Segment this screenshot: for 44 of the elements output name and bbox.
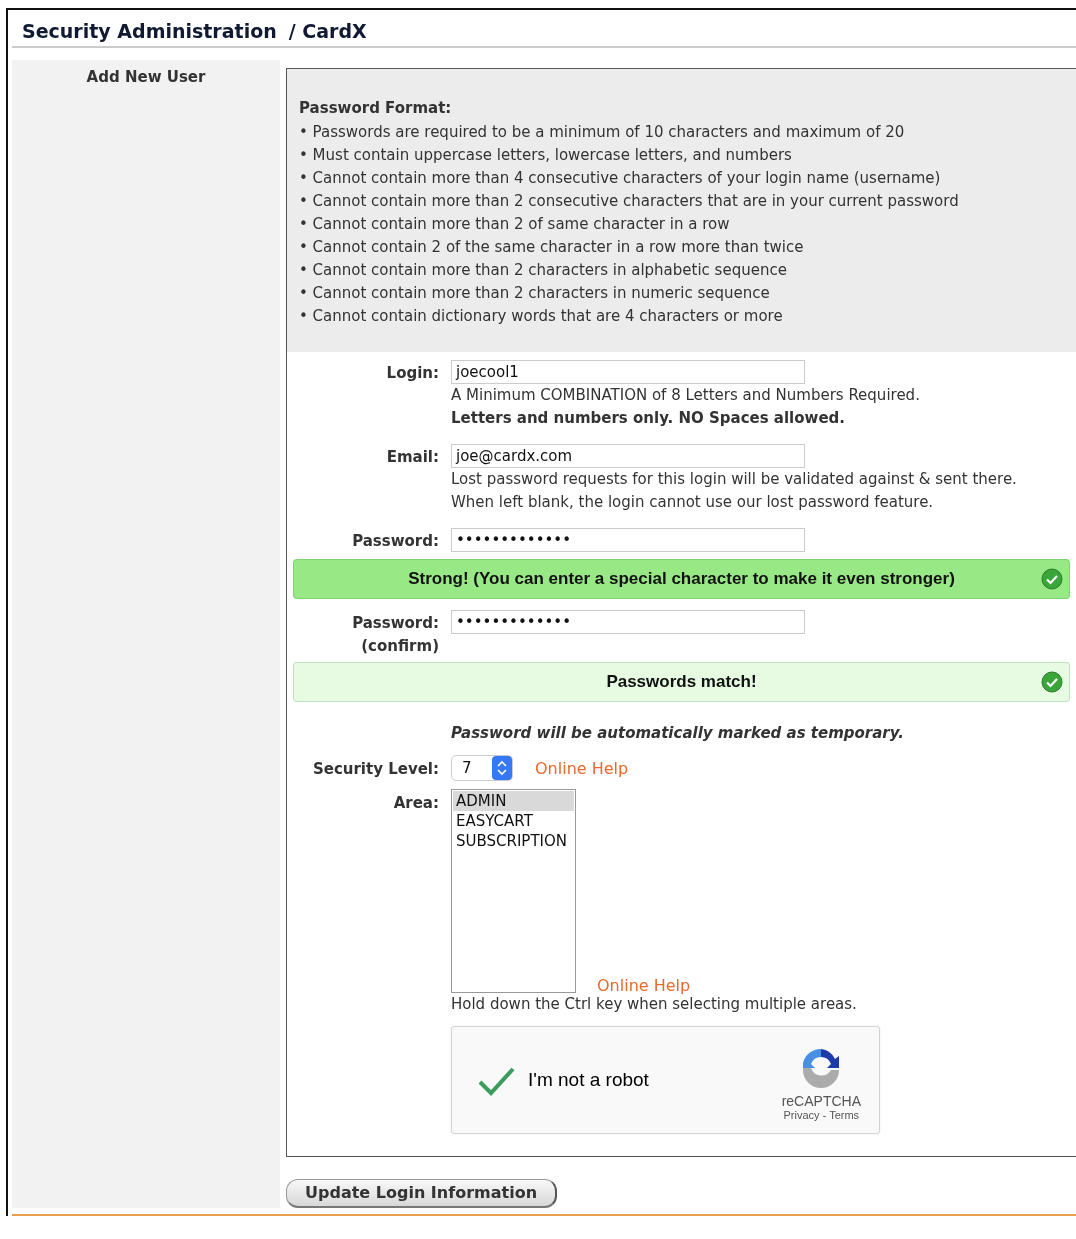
check-circle-icon <box>1041 671 1063 693</box>
field-label: Email: <box>386 447 439 468</box>
stepper-icon <box>492 756 512 780</box>
level-select[interactable]: 7 <box>451 755 513 781</box>
help-text: A Minimum COMBINATION of 8 Letters and Numbers Required. <box>451 385 921 406</box>
field-label: Security Level: <box>312 759 439 780</box>
field-label: Password: <box>352 531 439 552</box>
list-option[interactable]: EASYCART <box>453 811 574 831</box>
field-label: Login: <box>386 363 439 384</box>
captcha-links[interactable]: Privacy - Terms <box>783 1109 860 1121</box>
field-label: Password: <box>352 613 439 634</box>
page-subtitle: / CardX <box>288 20 367 42</box>
help-text: Letters and numbers only. NO Spaces allowed. <box>451 408 847 429</box>
help-text: When left blank, the login cannot use our lost password feature. <box>451 492 935 513</box>
field-label: Area: <box>393 793 439 814</box>
rule-text: • Cannot contain 2 of the same character in a row more than twice <box>299 237 805 258</box>
update-button[interactable]: Update Login Information <box>286 1179 558 1208</box>
input-field[interactable]: ••••••••••••• <box>451 528 805 552</box>
input-field[interactable]: joe@cardx.com <box>451 444 805 468</box>
rule-text: • Passwords are required to be a minimum of 10 characters and maximum of 20 <box>299 122 906 143</box>
captcha-brand: reCAPTCHA <box>781 1093 861 1109</box>
temporary-note: Password will be automatically marked as temporary. <box>451 724 905 742</box>
list-option[interactable]: ADMIN <box>453 791 574 811</box>
rule-text: • Cannot contain dictionary words that are 4 characters or more <box>299 306 784 327</box>
rule-text: • Cannot contain more than 4 consecutive characters of your login name (username) <box>299 168 942 189</box>
sidebar-title: Add New User <box>85 68 207 86</box>
rule-text: • Cannot contain more than 2 consecutive characters that are in your current password <box>299 191 960 212</box>
help-text: Hold down the Ctrl key when selecting multiple areas. <box>451 994 858 1015</box>
status-text: Passwords match! <box>606 672 757 692</box>
area-listbox[interactable]: ADMIN EASYCART SUBSCRIPTION <box>451 789 576 993</box>
field-sublabel: (confirm) <box>361 636 439 657</box>
status-text: Strong! (You can enter a special character to make it even stronger) <box>408 569 955 589</box>
rule-text: • Cannot contain more than 2 characters in alphabetic sequence <box>299 260 788 281</box>
rule-text: • Cannot contain more than 2 of same character in a row <box>299 214 731 235</box>
rule-text: • Cannot contain more than 2 characters in numeric sequence <box>299 283 771 304</box>
format-title: Password Format: <box>299 99 453 117</box>
help-text: Lost password requests for this login will be validated against & sent there. <box>451 469 1018 490</box>
input-field[interactable]: ••••••••••••• <box>451 610 805 634</box>
check-circle-icon <box>1041 568 1063 590</box>
page-title: Security Administration <box>22 20 277 42</box>
rule-text: • Must contain uppercase letters, lowercase letters, and numbers <box>299 145 793 166</box>
captcha-label: I'm not a robot <box>528 1069 649 1091</box>
input-field[interactable]: joecool1 <box>451 360 805 384</box>
list-option[interactable]: SUBSCRIPTION <box>453 831 574 851</box>
